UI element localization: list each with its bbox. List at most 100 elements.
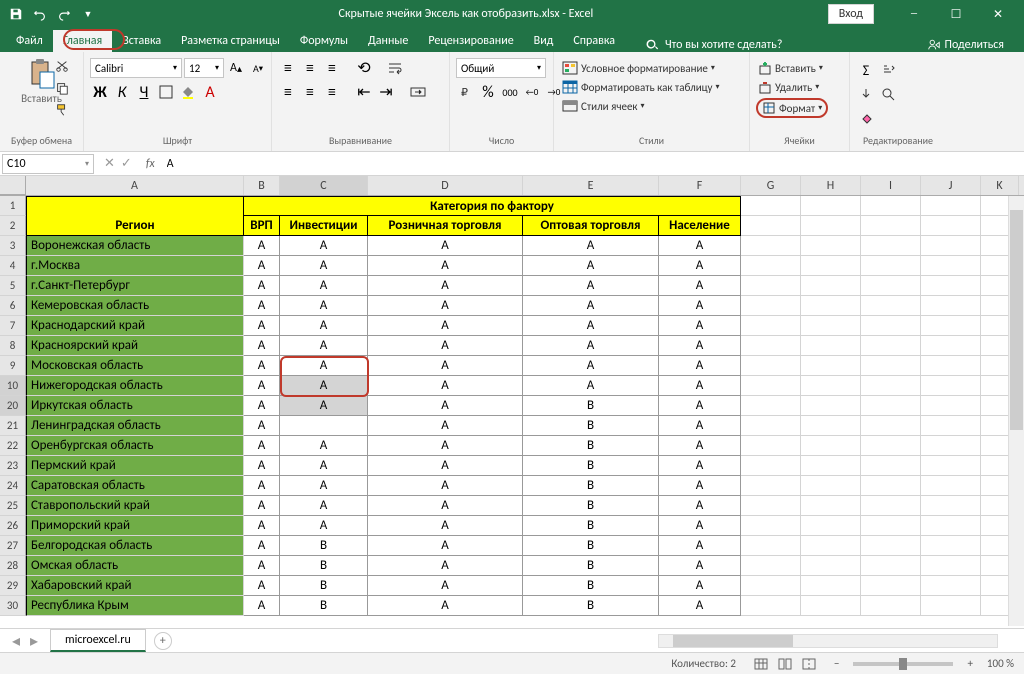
cell[interactable]: A [523,276,659,296]
cell[interactable]: A [523,236,659,256]
row-header[interactable]: 22 [0,436,26,456]
cell[interactable]: B [523,556,659,576]
cell[interactable] [801,436,861,456]
cell[interactable] [741,296,801,316]
cell[interactable]: A [280,496,368,516]
row-header[interactable]: 28 [0,556,26,576]
cell[interactable]: A [659,456,741,476]
cell[interactable] [741,576,801,596]
delete-cells-button[interactable]: Удалить▾ [756,79,821,95]
cell[interactable]: A [244,476,280,496]
row-header[interactable]: 10 [0,376,26,396]
cell[interactable] [280,416,368,436]
tab-Рецензирование[interactable]: Рецензирование [418,30,523,52]
copy-icon[interactable] [52,78,72,98]
cell[interactable]: B [523,416,659,436]
cell[interactable]: A [244,556,280,576]
cell[interactable]: B [523,516,659,536]
cell[interactable] [861,556,921,576]
cell[interactable]: A [280,436,368,456]
page-layout-view-icon[interactable] [774,655,796,673]
row-header[interactable]: 21 [0,416,26,436]
cell[interactable]: B [523,436,659,456]
row-header[interactable]: 2 [0,216,26,236]
cell[interactable]: Саратовская область [26,476,244,496]
cell[interactable]: Оренбургская область [26,436,244,456]
row-header[interactable]: 8 [0,336,26,356]
cell[interactable] [921,336,981,356]
cell[interactable]: A [244,516,280,536]
cell[interactable] [741,456,801,476]
cell[interactable] [801,536,861,556]
cell[interactable]: A [244,376,280,396]
cell[interactable]: A [659,356,741,376]
cell[interactable] [741,436,801,456]
increase-font-icon[interactable]: A▴ [226,58,246,78]
tab-Вид[interactable]: Вид [524,30,564,52]
cell[interactable] [921,596,981,616]
cell[interactable]: A [659,396,741,416]
cell[interactable]: A [368,596,523,616]
cell[interactable]: A [244,416,280,436]
cell[interactable] [861,376,921,396]
conditional-formatting-button[interactable]: Условное форматирование▾ [560,60,717,76]
cell[interactable]: Красноярский край [26,336,244,356]
cell[interactable]: A [244,336,280,356]
cell[interactable]: A [523,356,659,376]
cell[interactable]: A [659,256,741,276]
tab-Данные[interactable]: Данные [358,30,418,52]
cell[interactable] [801,596,861,616]
cell[interactable]: Оптовая торговля [523,216,659,236]
cell[interactable]: ВРП [244,216,280,236]
bold-icon[interactable]: Ж [90,82,110,102]
cell[interactable]: A [244,236,280,256]
decrease-indent-icon[interactable]: ⇤ [354,82,374,102]
cell[interactable] [861,516,921,536]
increase-decimal-icon[interactable]: ←0 [522,82,542,102]
cell[interactable]: B [523,596,659,616]
maximize-icon[interactable]: ☐ [936,0,976,28]
find-icon[interactable] [878,84,898,104]
cell[interactable] [741,536,801,556]
cell[interactable] [921,316,981,336]
cell[interactable] [741,256,801,276]
login-button[interactable]: Вход [828,4,874,24]
cell[interactable]: A [368,396,523,416]
cell[interactable] [741,276,801,296]
cell[interactable]: Хабаровский край [26,576,244,596]
formula-input[interactable] [161,155,1024,173]
cell[interactable] [801,356,861,376]
sort-filter-icon[interactable] [878,60,898,80]
col-header-F[interactable]: F [659,176,741,195]
cell[interactable] [801,296,861,316]
borders-icon[interactable] [156,82,176,102]
cell[interactable]: B [523,396,659,416]
tab-Вставка[interactable]: Вставка [112,30,171,52]
row-header[interactable]: 23 [0,456,26,476]
tab-Разметка страницы[interactable]: Разметка страницы [171,30,290,52]
font-name-combo[interactable]: Calibri▾ [90,58,182,78]
cell[interactable]: A [368,296,523,316]
cell[interactable] [921,416,981,436]
cell[interactable] [921,256,981,276]
cell[interactable]: A [368,416,523,436]
font-size-combo[interactable]: 12▾ [184,58,224,78]
col-header-I[interactable]: I [861,176,921,195]
cell[interactable]: Иркутская область [26,396,244,416]
cell[interactable]: A [280,396,368,416]
cell[interactable] [801,316,861,336]
cell-styles-button[interactable]: Стили ячеек▾ [560,98,647,114]
cell[interactable] [861,356,921,376]
cell[interactable]: Омская область [26,556,244,576]
cell[interactable]: Инвестиции [280,216,368,236]
cell[interactable] [741,496,801,516]
cell[interactable] [921,296,981,316]
fill-color-icon[interactable] [178,82,198,102]
cell[interactable]: B [280,536,368,556]
tab-Формулы[interactable]: Формулы [290,30,358,52]
zoom-in-icon[interactable]: + [967,657,972,670]
cell[interactable] [921,456,981,476]
cell[interactable] [801,376,861,396]
cell[interactable]: A [523,316,659,336]
cell[interactable] [861,276,921,296]
